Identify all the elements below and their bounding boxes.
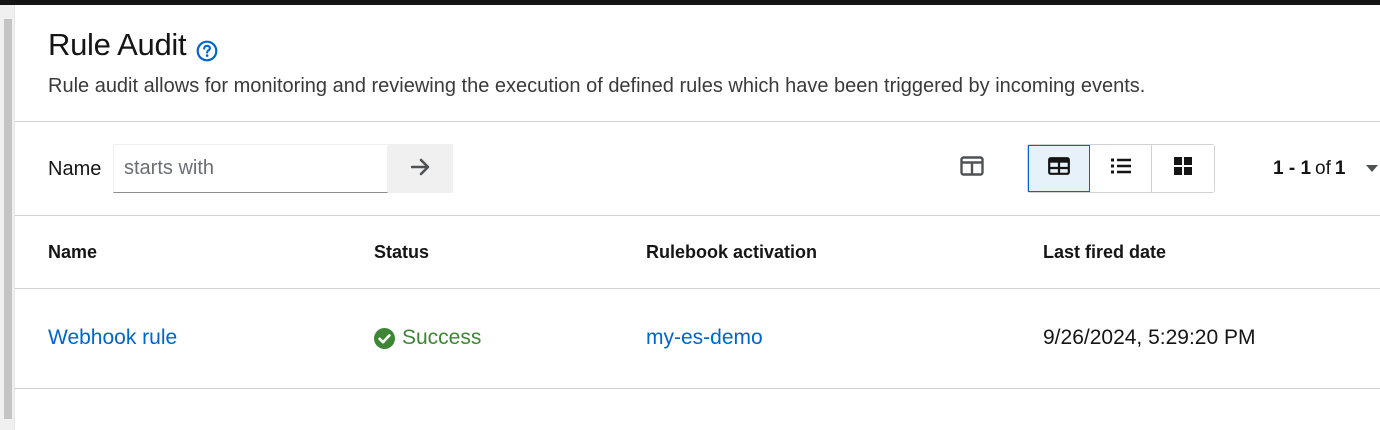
view-toggle-group: [1027, 144, 1215, 193]
table-view-icon: [1047, 157, 1070, 180]
list-view-icon: [1110, 157, 1132, 180]
page-header: Rule Audit Rule audit allows for monitor…: [15, 5, 1380, 122]
name-filter-input[interactable]: [113, 144, 388, 193]
status-badge: Success: [374, 326, 481, 350]
scrollbar-thumb[interactable]: [4, 19, 12, 419]
table-view-button[interactable]: [1028, 145, 1090, 192]
table-row: Webhook rule Success my-es-demo 9/26/202…: [15, 289, 1380, 389]
list-view-button[interactable]: [1090, 145, 1152, 192]
pagination-of: of: [1315, 157, 1331, 179]
page-description: Rule audit allows for monitoring and rev…: [48, 75, 1146, 97]
rule-name-link[interactable]: Webhook rule: [48, 326, 177, 350]
check-circle-icon: [374, 327, 395, 349]
page-title-wrap: Rule Audit: [48, 27, 218, 63]
pagination-total: 1: [1334, 157, 1346, 179]
filter-label: Name: [48, 158, 102, 180]
page-title: Rule Audit: [48, 27, 187, 62]
caret-down-icon: [1365, 160, 1378, 178]
toolbar: Name starts with 1 - 1 of 1: [15, 122, 1380, 216]
column-manage-icon: [960, 156, 984, 181]
pagination-range: 1 - 1: [1273, 157, 1312, 179]
help-circle-icon[interactable]: [196, 34, 218, 62]
last-fired-date: 9/26/2024, 5:29:20 PM: [1043, 326, 1256, 349]
page: Rule Audit Rule audit allows for monitor…: [15, 5, 1380, 430]
rulebook-activation-link[interactable]: my-es-demo: [646, 326, 763, 350]
column-header-name[interactable]: Name: [48, 242, 97, 263]
arrow-right-icon: [410, 158, 431, 179]
cards-view-button[interactable]: [1152, 145, 1214, 192]
filter-submit-button[interactable]: [388, 144, 453, 193]
column-header-last-fired-date[interactable]: Last fired date: [1043, 242, 1166, 263]
column-header-rulebook-activation[interactable]: Rulebook activation: [646, 242, 817, 263]
pagination-toggle[interactable]: [1363, 144, 1380, 193]
status-text: Success: [402, 326, 482, 349]
scrollbar[interactable]: [0, 5, 15, 430]
manage-columns-button[interactable]: [948, 144, 996, 193]
column-header-status[interactable]: Status: [374, 242, 429, 263]
cards-view-icon: [1173, 156, 1193, 181]
table-header: Name Status Rulebook activation Last fir…: [15, 216, 1380, 289]
pagination-summary[interactable]: 1 - 1 of 1: [1273, 144, 1345, 193]
